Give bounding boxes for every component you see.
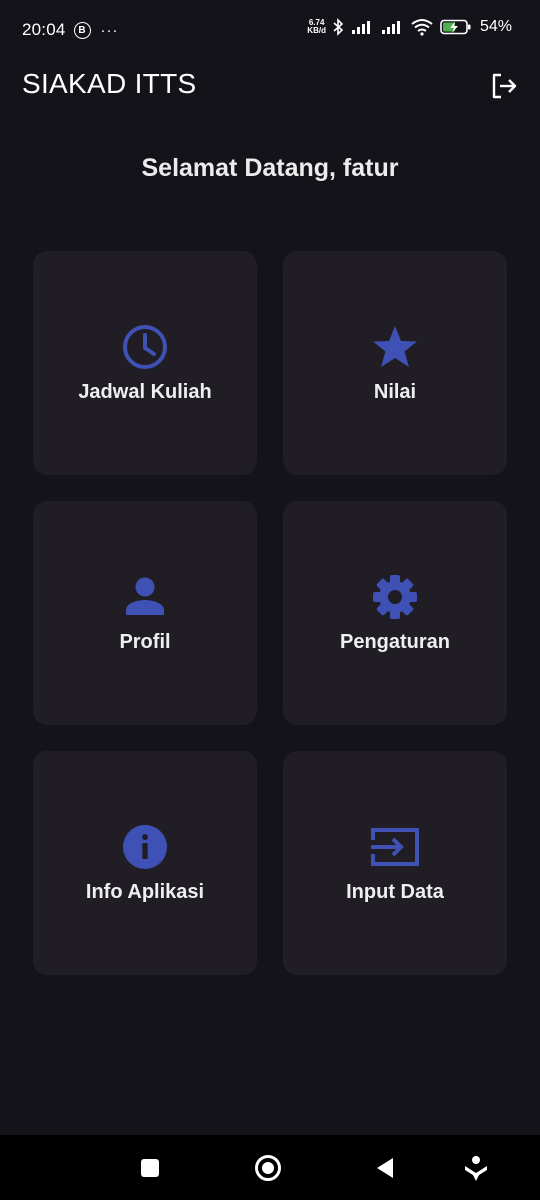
more-notifications-icon: ··· <box>100 21 119 39</box>
menu-card-jadwal-kuliah[interactable]: Jadwal Kuliah <box>33 251 257 475</box>
home-button[interactable] <box>253 1153 283 1183</box>
menu-label: Input Data <box>346 880 444 903</box>
menu-label: Jadwal Kuliah <box>78 380 212 403</box>
assistant-button[interactable] <box>461 1153 491 1183</box>
gear-icon <box>371 573 419 621</box>
app-bar: SIAKAD ITTS <box>0 62 540 108</box>
menu-card-nilai[interactable]: Nilai <box>283 251 507 475</box>
back-triangle-icon <box>377 1158 393 1178</box>
clock-icon <box>121 323 169 371</box>
home-circle-icon <box>255 1155 281 1181</box>
menu-card-pengaturan[interactable]: Pengaturan <box>283 501 507 725</box>
status-right: 6.74 KB/d 54% <box>307 18 512 36</box>
status-time: 20:04 <box>22 20 66 39</box>
menu-label: Profil <box>119 630 171 653</box>
battery-charging-icon <box>440 19 471 35</box>
wifi-icon <box>411 19 433 36</box>
menu-label: Pengaturan <box>339 630 451 653</box>
menu-label: Nilai <box>373 380 417 403</box>
star-icon <box>371 323 419 371</box>
menu-card-info-aplikasi[interactable]: Info Aplikasi <box>33 751 257 975</box>
logout-button[interactable] <box>486 68 522 104</box>
menu-card-input-data[interactable]: Input Data <box>283 751 507 975</box>
menu-card-profil[interactable]: Profil <box>33 501 257 725</box>
person-icon <box>121 573 169 621</box>
status-bar: 20:04 B ··· 6.74 KB/d 54% <box>0 0 540 62</box>
assistant-icon <box>465 1156 487 1181</box>
info-icon <box>121 823 169 871</box>
back-button[interactable] <box>370 1153 400 1183</box>
system-nav-bar <box>0 1135 540 1200</box>
battery-percent: 54% <box>479 18 512 35</box>
net-speed-unit: KB/d <box>307 26 326 35</box>
net-speed: 6.74 KB/d <box>307 19 326 35</box>
signal-icon-2 <box>381 21 400 34</box>
recents-button[interactable] <box>135 1153 165 1183</box>
menu-grid: Jadwal Kuliah Nilai Profil Pengaturan In… <box>33 251 507 975</box>
input-icon <box>369 823 421 871</box>
square-icon <box>141 1159 159 1177</box>
menu-label: Info Aplikasi <box>85 880 205 903</box>
b-badge-icon: B <box>73 21 91 39</box>
app-title: SIAKAD ITTS <box>22 68 197 99</box>
status-left: 20:04 B ··· <box>22 20 119 40</box>
greeting-text: Selamat Datang, fatur <box>141 154 399 182</box>
bluetooth-icon <box>333 18 344 36</box>
signal-icon <box>351 21 370 34</box>
logout-icon <box>492 73 517 99</box>
